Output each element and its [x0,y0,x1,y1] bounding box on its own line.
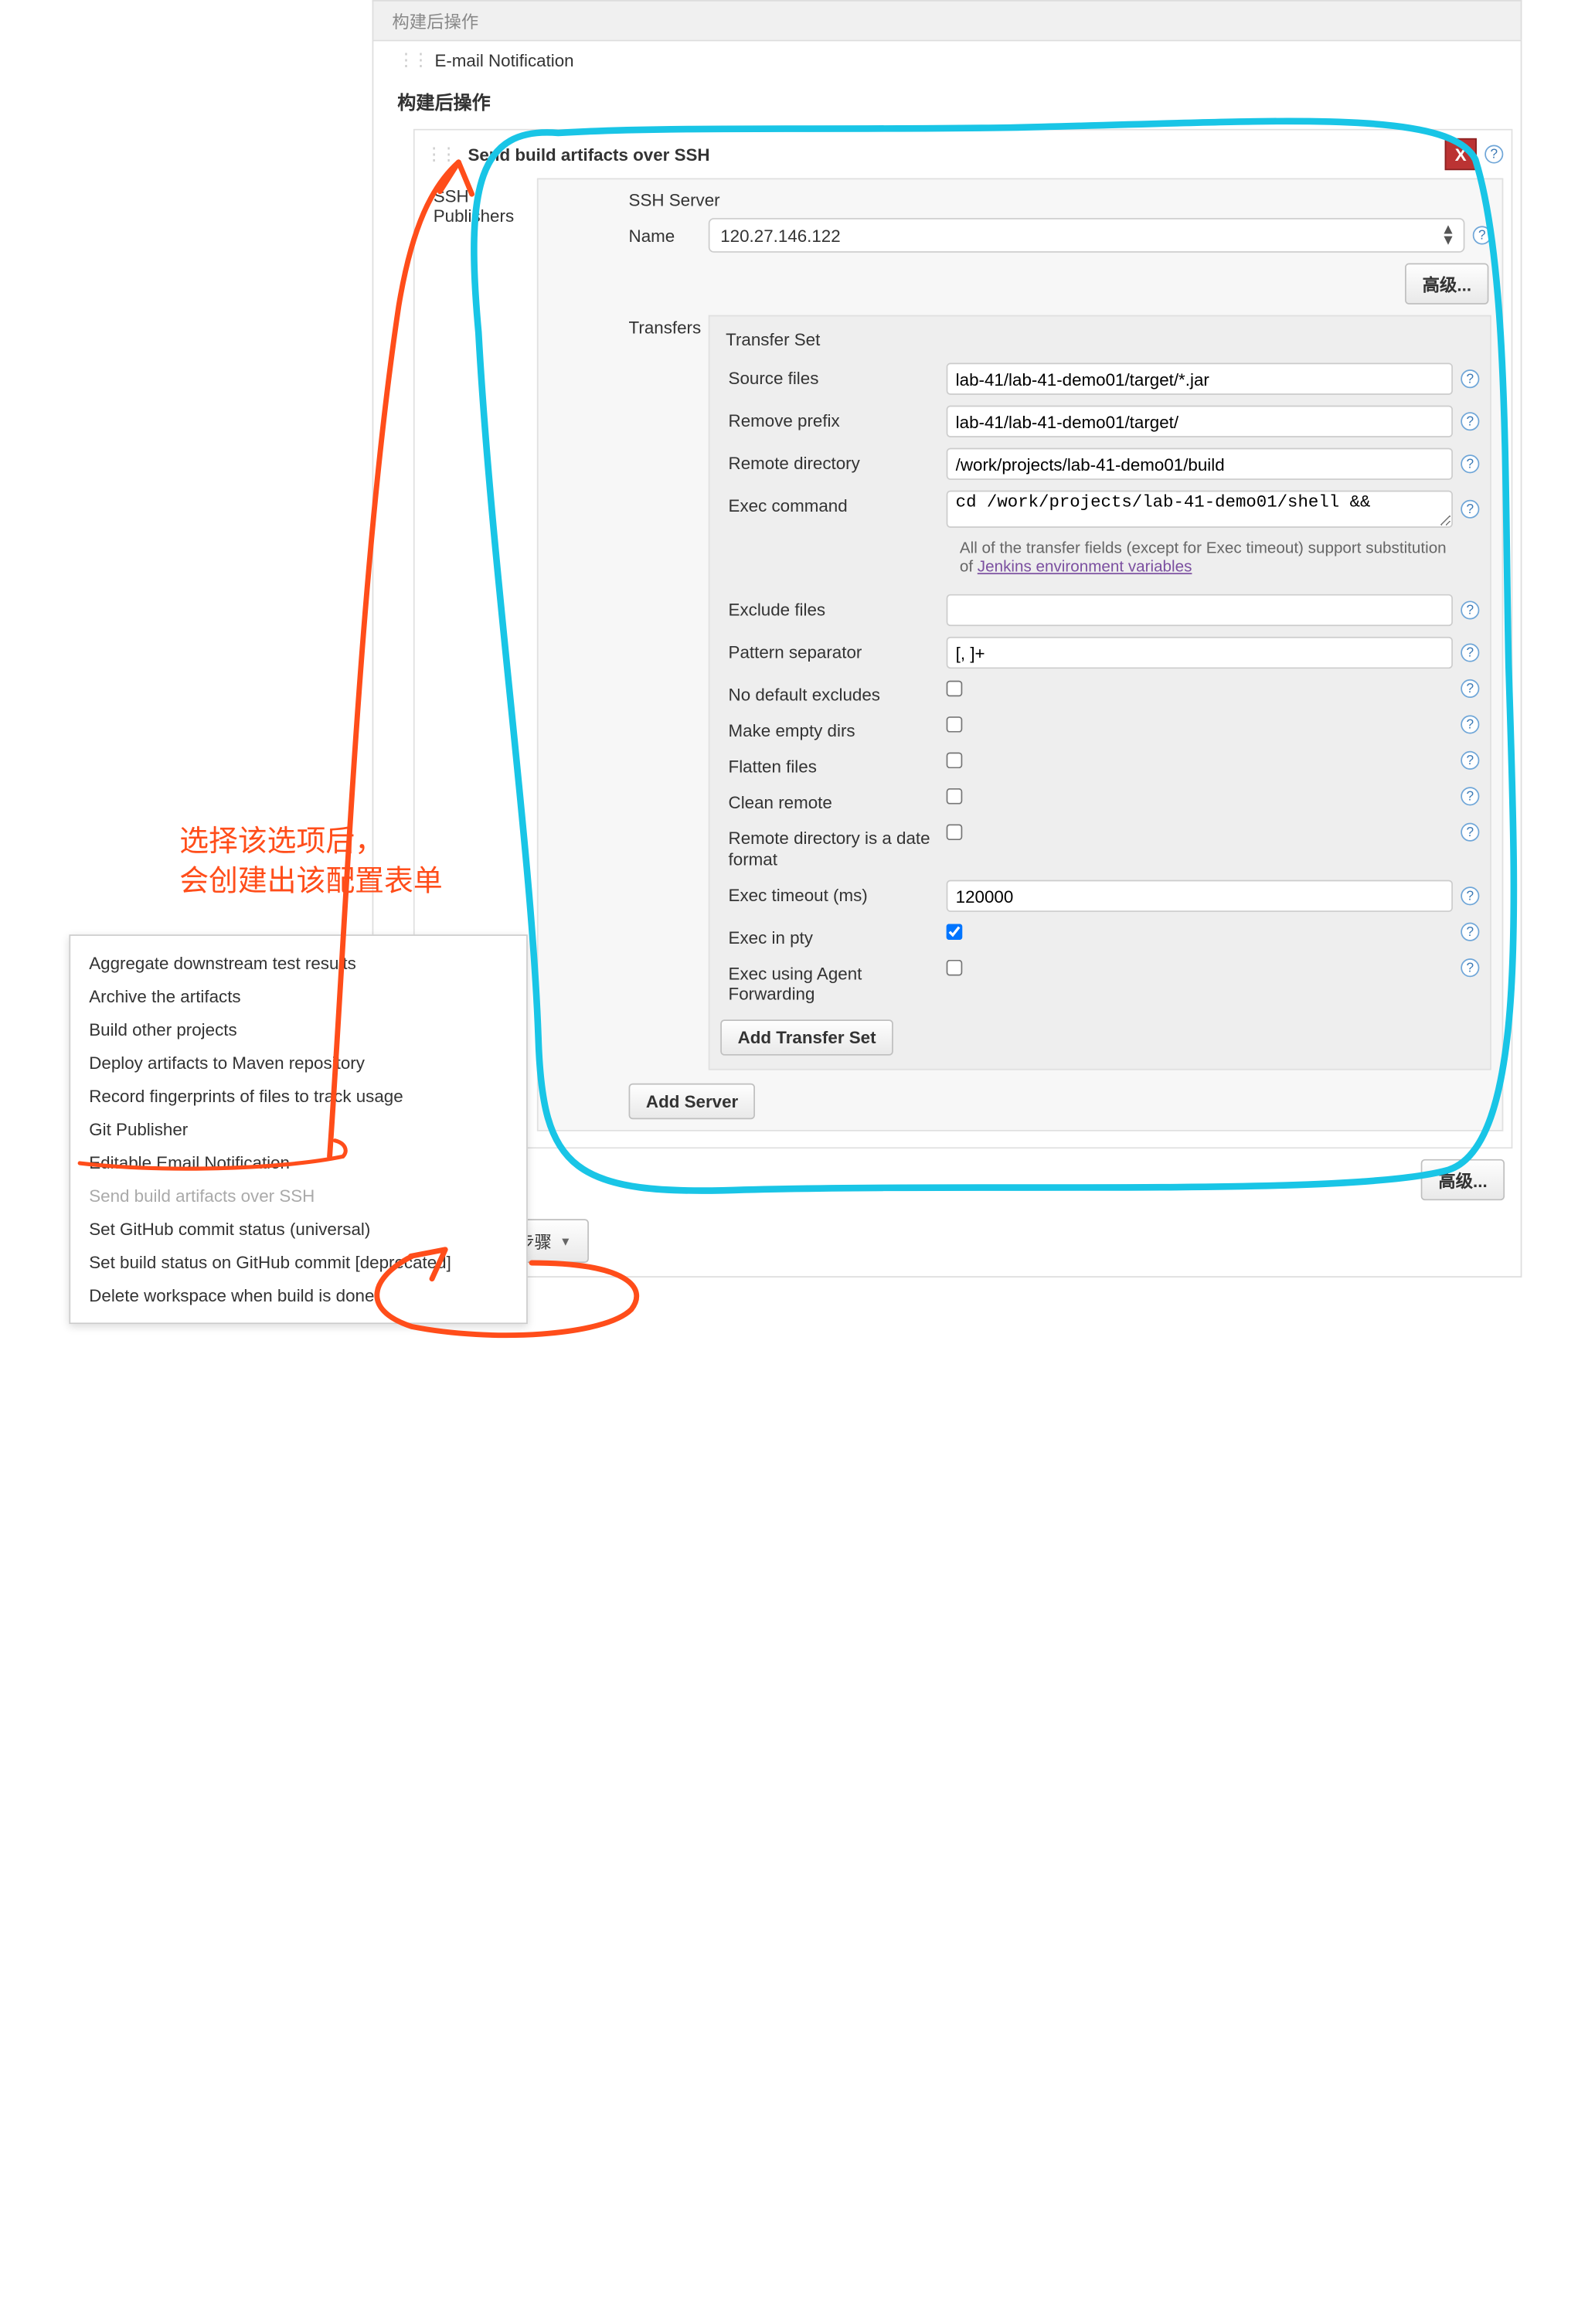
help-icon[interactable]: ? [1461,454,1479,473]
menu-item[interactable]: Set build status on GitHub commit [depre… [70,1246,526,1279]
annotation-text-1: 选择该选项后， [179,825,384,858]
exec-command-input[interactable]: cd /work/projects/lab-41-demo01/shell && [947,491,1453,528]
help-icon[interactable]: ? [1461,500,1479,519]
add-transfer-set-button[interactable]: Add Transfer Set [720,1020,893,1056]
remove-prefix-input[interactable] [947,406,1453,437]
menu-item[interactable]: Deploy artifacts to Maven repository [70,1046,526,1080]
make-empty-dirs-label: Make empty dirs [720,715,946,740]
ssh-publisher-panel: SSH Server Name 120.27.146.122 ▲▼ ? 高 [537,178,1503,1131]
ssh-publish-block: ⋮⋮ Send build artifacts over SSH X ? SSH… [413,129,1512,1149]
clean-remote-label: Clean remote [720,787,946,812]
content-area: ⋮⋮ E-mail Notification 构建后操作 ⋮⋮ Send bui… [372,40,1522,1278]
menu-item[interactable]: Aggregate downstream test results [70,947,526,980]
remote-dir-input[interactable] [947,448,1453,480]
help-icon[interactable]: ? [1461,643,1479,662]
add-step-popup: Aggregate downstream test resultsArchive… [69,934,527,1324]
menu-item[interactable]: Record fingerprints of files to track us… [70,1080,526,1113]
exec-timeout-input[interactable] [947,880,1453,912]
name-label: Name [629,226,709,246]
menu-item[interactable]: Archive the artifacts [70,980,526,1013]
ssh-server-select[interactable]: 120.27.146.122 ▲▼ [709,218,1465,253]
tab-post-build[interactable]: 构建后操作 [373,8,497,33]
help-icon[interactable]: ? [1461,923,1479,941]
server-advanced-button[interactable]: 高级... [1405,264,1488,305]
help-icon[interactable]: ? [1461,823,1479,842]
help-icon[interactable]: ? [1461,412,1479,430]
help-icon[interactable]: ? [1461,787,1479,805]
exec-timeout-label: Exec timeout (ms) [720,880,946,906]
remove-prefix-label: Remove prefix [720,406,946,431]
help-icon[interactable]: ? [1461,715,1479,733]
source-files-input[interactable] [947,363,1453,395]
menu-item: Send build artifacts over SSH [70,1179,526,1213]
section-title: 构建后操作 [373,78,1520,128]
help-icon[interactable]: ? [1461,887,1479,906]
caret-down-icon: ▼ [559,1234,571,1247]
help-icon[interactable]: ? [1473,226,1491,244]
no-default-excludes-checkbox[interactable] [947,681,963,697]
select-caret-icon: ▲▼ [1441,225,1456,247]
main-panel: 构建后操作 ⋮⋮ E-mail Notification 构建后操作 ⋮⋮ Se… [372,0,1522,1356]
exclude-files-label: Exclude files [720,594,946,620]
help-icon[interactable]: ? [1484,145,1503,163]
drag-handle-icon[interactable]: ⋮⋮ [425,144,454,165]
remote-dir-label: Remote directory [720,448,946,474]
add-server-button[interactable]: Add Server [629,1084,756,1119]
exclude-files-input[interactable] [947,594,1453,626]
remote-dir-date-checkbox[interactable] [947,824,963,840]
make-empty-dirs-checkbox[interactable] [947,716,963,733]
source-files-label: Source files [720,363,946,389]
remote-dir-date-label: Remote directory is a date format [720,823,946,870]
menu-item[interactable]: Delete workspace when build is done [70,1279,526,1312]
email-notification-label: E-mail Notification [434,50,573,70]
ssh-server-value: 120.27.146.122 [720,226,840,246]
agent-forwarding-label: Exec using Agent Forwarding [720,958,946,1003]
ssh-block-title: Send build artifacts over SSH [463,145,1445,165]
clean-remote-checkbox[interactable] [947,788,963,805]
menu-item[interactable]: Editable Email Notification [70,1146,526,1179]
flatten-files-label: Flatten files [720,751,946,777]
help-icon[interactable]: ? [1461,751,1479,770]
ssh-server-heading: SSH Server [629,190,1491,210]
menu-item[interactable]: Git Publisher [70,1113,526,1146]
exec-hint: All of the transfer fields (except for E… [718,533,1482,589]
flatten-files-checkbox[interactable] [947,753,963,769]
agent-forwarding-checkbox[interactable] [947,960,963,976]
transfer-set-title: Transfer Set [718,325,1482,358]
no-default-excludes-label: No default excludes [720,679,946,705]
help-icon[interactable]: ? [1461,679,1479,698]
delete-step-button[interactable]: X [1445,138,1477,170]
exec-in-pty-checkbox[interactable] [947,924,963,941]
pattern-separator-input[interactable] [947,637,1453,669]
block-advanced-button[interactable]: 高级... [1421,1159,1505,1200]
pattern-separator-label: Pattern separator [720,637,946,662]
prev-step-email[interactable]: ⋮⋮ E-mail Notification [373,41,1520,78]
transfer-set-panel: Transfer Set Source files ? [709,315,1491,1070]
menu-item[interactable]: Build other projects [70,1013,526,1046]
env-vars-link[interactable]: Jenkins environment variables [978,557,1192,576]
drag-handle-icon: ⋮⋮ [397,49,427,71]
menu-item[interactable]: Set GitHub commit status (universal) [70,1213,526,1246]
tab-strip: 构建后操作 [372,0,1522,40]
transfers-label: Transfers [629,315,709,1070]
help-icon[interactable]: ? [1461,601,1479,619]
ssh-publishers-label: SSH Publishers [434,186,514,226]
exec-in-pty-label: Exec in pty [720,923,946,948]
exec-command-label: Exec command [720,491,946,516]
help-icon[interactable]: ? [1461,369,1479,388]
help-icon[interactable]: ? [1461,958,1479,977]
